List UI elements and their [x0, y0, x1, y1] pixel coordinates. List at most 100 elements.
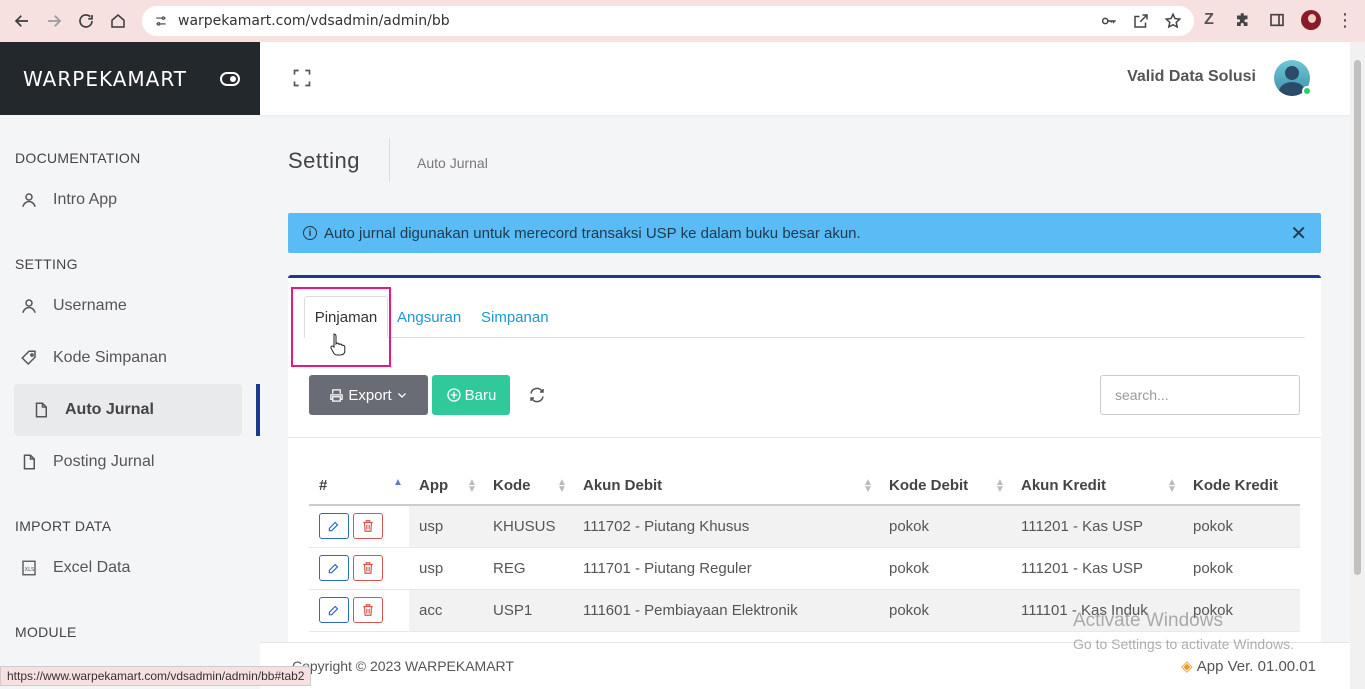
browser-profile-avatar[interactable] — [1301, 10, 1321, 30]
scrollbar-thumb[interactable] — [1354, 60, 1361, 575]
active-indicator — [256, 384, 260, 436]
edit-icon — [328, 563, 339, 574]
sort-icon[interactable]: ▲ ▼ — [995, 478, 1005, 495]
sidebar-item-label: Intro App — [53, 191, 118, 208]
watermark-title: Activate Windows — [1073, 610, 1223, 631]
section-documentation: DOCUMENTATION — [15, 150, 141, 166]
delete-button[interactable] — [353, 555, 383, 581]
tab-bar: Pinjaman Angsuran Simpanan — [304, 296, 1305, 338]
cell-app: usp — [409, 505, 483, 548]
cell-akun-debit: 111601 - Pembiayaan Elektronik — [573, 589, 879, 632]
row-actions — [309, 547, 409, 590]
user-name[interactable]: Valid Data Solusi — [1127, 68, 1256, 86]
info-alert: i Auto jurnal digunakan untuk merecord t… — [288, 213, 1321, 253]
sidebar-item-auto-jurnal[interactable]: Auto Jurnal — [14, 384, 242, 436]
share-icon[interactable] — [1132, 12, 1150, 30]
key-icon[interactable] — [1100, 12, 1118, 30]
address-bar[interactable]: warpekamart.com/vdsadmin/admin/bb — [142, 6, 1194, 36]
sidebar-item-excel-data[interactable]: XLS Excel Data — [14, 542, 242, 594]
col-header-akun-debit[interactable]: Akun Debit ▲ ▼ — [573, 466, 879, 506]
cell-kode-debit: pokok — [879, 547, 1011, 590]
cell-kode-debit: pokok — [879, 589, 1011, 632]
table-row: usp REG 111701 - Piutang Reguler pokok 1… — [309, 547, 1300, 590]
edit-icon — [328, 521, 339, 532]
table-row: usp KHUSUS 111702 - Piutang Khusus pokok… — [309, 505, 1300, 548]
xls-icon: XLS — [20, 559, 38, 577]
reload-icon[interactable] — [70, 5, 102, 37]
delete-button[interactable] — [353, 597, 383, 623]
col-label: Akun Debit — [583, 476, 663, 494]
star-icon[interactable] — [1164, 12, 1182, 30]
trash-icon — [363, 562, 373, 574]
windows-activation-watermark: Activate Windows Go to Settings to activ… — [1073, 610, 1294, 652]
file-icon — [32, 401, 50, 419]
status-link-preview: https://www.warpekamart.com/vdsadmin/adm… — [0, 666, 312, 686]
cell-kode-debit: pokok — [879, 505, 1011, 548]
auto-jurnal-card: Pinjaman Angsuran Simpanan Export Baru #… — [288, 275, 1321, 655]
sidebar-item-username[interactable]: Username — [14, 280, 242, 332]
watermark-subtitle: Go to Settings to activate Windows. — [1073, 636, 1294, 652]
col-label: Akun Kredit — [1021, 476, 1107, 494]
search-input[interactable] — [1100, 375, 1300, 415]
sort-icon[interactable]: ▲ ▼ — [467, 478, 477, 495]
layers-icon: ◈ — [1181, 658, 1193, 675]
col-header-number[interactable]: # ▲ — [309, 466, 409, 506]
sort-icon[interactable]: ▲ ▼ — [1167, 478, 1177, 495]
cell-akun-kredit: 111201 - Kas USP — [1011, 505, 1183, 548]
cell-kode: KHUSUS — [483, 505, 573, 548]
refresh-icon[interactable] — [528, 386, 546, 404]
cell-app: acc — [409, 589, 483, 632]
page-scrollbar[interactable] — [1350, 42, 1365, 689]
sidebar-item-posting-jurnal[interactable]: Posting Jurnal — [14, 436, 242, 488]
puzzle-icon[interactable] — [1233, 10, 1253, 30]
col-header-kode-kredit[interactable]: Kode Kredit — [1183, 466, 1300, 506]
back-icon[interactable] — [6, 5, 38, 37]
cell-akun-kredit: 111201 - Kas USP — [1011, 547, 1183, 590]
col-header-app[interactable]: App ▲ ▼ — [409, 466, 483, 506]
sort-icon[interactable]: ▲ ▼ — [863, 478, 873, 495]
sort-asc-icon[interactable]: ▲ — [393, 478, 403, 493]
user-icon — [20, 191, 38, 209]
info-icon: i — [303, 226, 317, 240]
edit-button[interactable] — [319, 597, 349, 623]
hand-cursor-icon — [330, 333, 346, 356]
delete-button[interactable] — [353, 513, 383, 540]
col-header-akun-kredit[interactable]: Akun Kredit ▲ ▼ — [1011, 466, 1183, 506]
tab-simpanan[interactable]: Simpanan — [481, 296, 549, 338]
add-new-button[interactable]: Baru — [432, 375, 510, 415]
edit-icon — [328, 605, 339, 616]
edit-button[interactable] — [319, 555, 349, 581]
forward-icon[interactable] — [38, 5, 70, 37]
fullscreen-icon[interactable] — [292, 68, 312, 88]
cell-kode: USP1 — [483, 589, 573, 632]
section-setting: SETTING — [15, 256, 78, 272]
col-header-kode-debit[interactable]: Kode Debit ▲ ▼ — [879, 466, 1011, 506]
row-actions — [309, 505, 409, 548]
tab-angsuran[interactable]: Angsuran — [397, 296, 461, 338]
auto-jurnal-table: # ▲ App ▲ ▼ Kode ▲ ▼ Akun Debit ▲ ▼ Kode Debit ▲… — [309, 466, 1300, 632]
tag-icon — [20, 349, 38, 367]
page-title: Setting — [288, 148, 360, 173]
alert-text: Auto jurnal digunakan untuk merecord tra… — [324, 224, 861, 242]
kebab-menu-icon[interactable]: ⋮ — [1335, 10, 1355, 30]
z-extension-icon[interactable]: Z — [1199, 10, 1219, 30]
brand-bar: WARPEKAMART — [0, 42, 260, 115]
sort-icon[interactable]: ▲ ▼ — [557, 478, 567, 495]
site-info-icon[interactable] — [154, 14, 168, 28]
col-header-kode[interactable]: Kode ▲ ▼ — [483, 466, 573, 506]
sidebar-item-label: Posting Jurnal — [53, 453, 155, 470]
home-icon[interactable] — [102, 5, 134, 37]
close-icon[interactable]: ✕ — [1290, 221, 1307, 246]
sidebar-item-kode-simpanan[interactable]: Kode Simpanan — [14, 332, 242, 384]
sidebar-item-intro-app[interactable]: Intro App — [14, 174, 242, 226]
export-label: Export — [348, 386, 392, 404]
export-button[interactable]: Export — [309, 375, 428, 415]
toggle-icon[interactable] — [220, 71, 240, 86]
cell-akun-debit: 111701 - Piutang Reguler — [573, 547, 879, 590]
section-import-data: IMPORT DATA — [15, 518, 112, 534]
sidepanel-icon[interactable] — [1267, 10, 1287, 30]
user-icon — [20, 297, 38, 315]
edit-button[interactable] — [319, 513, 349, 540]
col-label: Kode Kredit — [1193, 476, 1279, 494]
card-divider — [288, 437, 1321, 438]
